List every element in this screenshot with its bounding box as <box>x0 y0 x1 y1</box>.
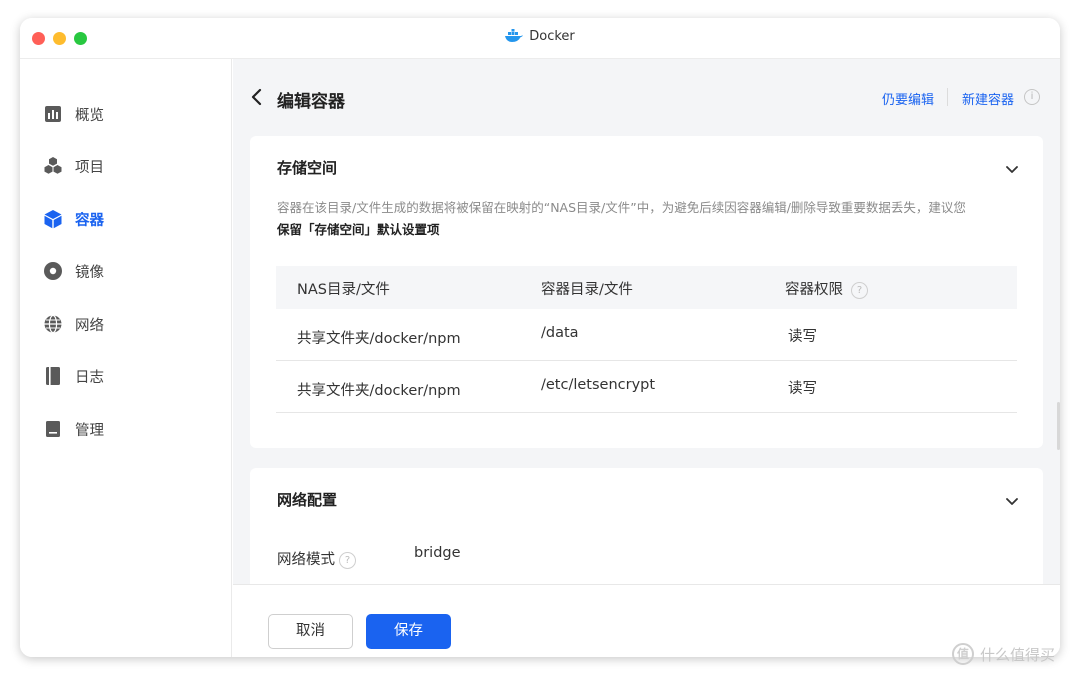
info-icon[interactable]: i <box>1024 89 1040 105</box>
save-button[interactable]: 保存 <box>366 614 451 649</box>
sidebar-item-container[interactable]: 容器 <box>42 207 104 231</box>
sidebar-item-log[interactable]: 日志 <box>42 364 104 388</box>
image-icon <box>42 260 64 282</box>
docker-whale-icon <box>505 29 524 47</box>
chevron-down-icon[interactable] <box>1005 160 1019 173</box>
sidebar-item-label: 镜像 <box>75 264 104 281</box>
sidebar-item-label: 网络 <box>75 317 104 334</box>
sidebar-item-label: 容器 <box>75 212 104 229</box>
storage-description: 容器在该目录/文件生成的数据将被保留在映射的“NAS目录/文件”中，为避免后续因… <box>277 197 1027 241</box>
sidebar-item-image[interactable]: 镜像 <box>42 259 104 283</box>
chevron-down-icon[interactable] <box>1005 492 1019 505</box>
back-arrow-icon[interactable] <box>249 87 265 107</box>
watermark-text: 什么值得买 <box>980 645 1056 664</box>
nas-path-cell: 共享文件夹/docker/npm <box>297 331 461 347</box>
manage-icon <box>42 418 64 440</box>
new-container-link[interactable]: 新建容器 <box>962 89 1014 108</box>
help-icon[interactable]: ? <box>339 552 356 569</box>
sidebar: 概览 项目 容器 镜像 网络 日志 管理 <box>20 59 232 657</box>
network-mode-label-text: 网络模式 <box>277 552 335 568</box>
network-icon <box>42 313 64 335</box>
sidebar-item-project[interactable]: 项目 <box>42 154 104 178</box>
storage-description-bold: 保留「存储空间」默认设置项 <box>277 222 440 237</box>
window-title: Docker <box>20 29 1060 47</box>
container-path-cell: /data <box>541 325 579 341</box>
container-icon <box>42 208 64 230</box>
page-title: 编辑容器 <box>277 92 345 112</box>
keep-editing-link[interactable]: 仍要编辑 <box>882 89 934 108</box>
help-icon[interactable]: ? <box>851 282 868 299</box>
storage-section: 存储空间 容器在该目录/文件生成的数据将被保留在映射的“NAS目录/文件”中，为… <box>250 136 1043 448</box>
cancel-button[interactable]: 取消 <box>268 614 353 649</box>
log-icon <box>42 365 64 387</box>
nas-path-cell: 共享文件夹/docker/npm <box>297 383 461 399</box>
scrollbar-thumb[interactable] <box>1057 402 1060 450</box>
storage-section-title: 存储空间 <box>277 159 338 177</box>
sidebar-item-label: 概览 <box>75 107 104 124</box>
volume-table-header: NAS目录/文件 容器目录/文件 容器权限? <box>276 266 1017 309</box>
sidebar-item-label: 管理 <box>75 422 104 439</box>
sidebar-item-overview[interactable]: 概览 <box>42 102 104 126</box>
sidebar-item-manage[interactable]: 管理 <box>42 417 104 441</box>
header-divider <box>947 88 948 106</box>
sidebar-item-label: 项目 <box>75 159 104 176</box>
sidebar-item-network[interactable]: 网络 <box>42 312 104 336</box>
app-window: Docker 概览 项目 容器 镜像 网络 日志 管理 编辑容器 仍要编辑 新建… <box>20 18 1060 657</box>
column-header-permission: 容器权限? <box>785 278 868 299</box>
column-header-container: 容器目录/文件 <box>541 282 633 298</box>
action-footer: 取消 保存 <box>233 584 1060 657</box>
window-title-text: Docker <box>529 29 575 44</box>
sidebar-item-label: 日志 <box>75 369 104 386</box>
network-section-title: 网络配置 <box>277 491 338 509</box>
column-header-permission-label: 容器权限 <box>785 282 843 298</box>
storage-description-text: 容器在该目录/文件生成的数据将被保留在映射的“NAS目录/文件”中，为避免后续因… <box>277 200 966 215</box>
column-header-nas: NAS目录/文件 <box>297 282 390 298</box>
main-panel: 编辑容器 仍要编辑 新建容器 i 存储空间 容器在该目录/文件生成的数据将被保留… <box>233 59 1060 608</box>
network-mode-value[interactable]: bridge <box>414 545 461 561</box>
table-row: 共享文件夹/docker/npm /data 读写 <box>276 309 1017 361</box>
permission-cell: 读写 <box>788 381 817 397</box>
page-header: 编辑容器 仍要编辑 新建容器 i <box>233 59 1060 135</box>
project-icon <box>42 155 64 177</box>
container-path-cell: /etc/letsencrypt <box>541 377 656 393</box>
title-bar: Docker <box>20 18 1060 59</box>
network-mode-label: 网络模式? <box>277 548 356 569</box>
overview-icon <box>42 103 64 125</box>
permission-cell: 读写 <box>788 329 817 345</box>
watermark: 值 什么值得买 <box>952 642 1055 666</box>
table-row: 共享文件夹/docker/npm /etc/letsencrypt 读写 <box>276 361 1017 413</box>
smzdm-logo-icon: 值 <box>952 643 974 665</box>
